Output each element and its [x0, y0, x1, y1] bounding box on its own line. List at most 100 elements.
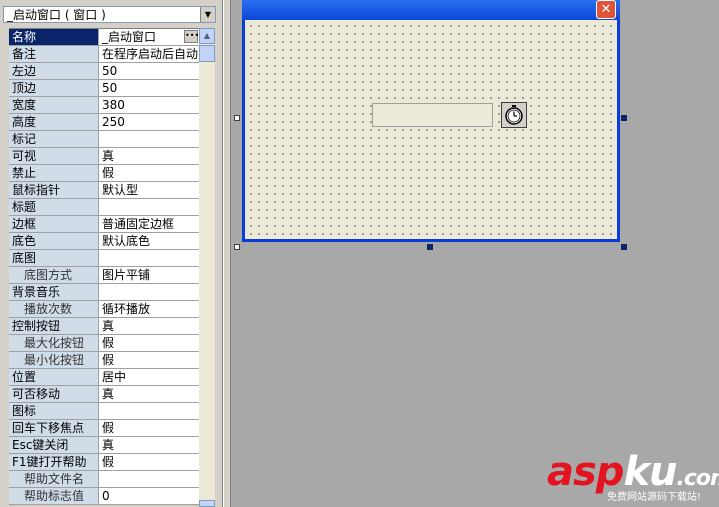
property-row[interactable]: 控制按钮真	[9, 318, 199, 335]
property-row[interactable]: F1键打开帮助假	[9, 454, 199, 471]
property-name: 禁止	[9, 165, 99, 181]
property-value[interactable]: 默认底色	[99, 233, 199, 249]
resize-handle-left[interactable]	[234, 115, 240, 121]
property-row[interactable]: 备注 在程序启动后自动	[9, 46, 199, 63]
chevron-down-icon[interactable]: ▼	[200, 7, 215, 22]
property-row[interactable]: 底图方式 图片平铺	[9, 267, 199, 284]
property-value[interactable]: 假	[99, 420, 199, 436]
close-icon[interactable]: ✕	[596, 0, 616, 19]
property-value-text: 居中	[102, 370, 127, 384]
property-name: F1键打开帮助	[9, 454, 99, 470]
property-row[interactable]: 最大化按钮假	[9, 335, 199, 352]
property-name: 回车下移焦点	[9, 420, 99, 436]
property-value[interactable]: 居中	[99, 369, 199, 385]
property-row[interactable]: 播放次数 循环播放	[9, 301, 199, 318]
property-row[interactable]: 位置 居中	[9, 369, 199, 386]
property-value[interactable]	[99, 284, 199, 300]
property-row[interactable]: 鼠标指针 默认型	[9, 182, 199, 199]
property-row[interactable]: 可否移动真	[9, 386, 199, 403]
property-value[interactable]: 在程序启动后自动	[99, 46, 199, 62]
property-value-text: 默认底色	[102, 234, 151, 248]
property-row[interactable]: 禁止假	[9, 165, 199, 182]
property-row[interactable]: 底图	[9, 250, 199, 267]
property-name: 播放次数	[9, 301, 99, 317]
property-row[interactable]: 图标	[9, 403, 199, 420]
property-name: 高度	[9, 114, 99, 130]
property-name: 图标	[9, 403, 99, 419]
property-name: 帮助文件名	[9, 471, 99, 487]
property-value[interactable]: 50	[99, 80, 199, 96]
property-row[interactable]: 回车下移焦点假	[9, 420, 199, 437]
property-value[interactable]: 假	[99, 352, 199, 368]
property-value[interactable]: 真	[99, 148, 199, 164]
property-value-text: 在程序启动后自动	[102, 47, 199, 61]
property-row[interactable]: 帮助文件名	[9, 471, 199, 488]
property-value-text: 真	[102, 387, 115, 401]
timer-control[interactable]	[501, 102, 527, 128]
form-client-area[interactable]	[245, 20, 617, 239]
property-value-text: 普通固定边框	[102, 217, 175, 231]
scroll-up-icon[interactable]: ▲	[199, 28, 215, 44]
property-value[interactable]: 真	[99, 386, 199, 402]
property-row[interactable]: 高度 250	[9, 114, 199, 131]
property-grid: 名称 _启动窗口 ••• 备注 在程序启动后自动 左边 50 顶边 50 宽度 380 高度 250 标记…	[9, 28, 199, 505]
scroll-thumb[interactable]	[199, 45, 215, 62]
property-value-text: 50	[102, 81, 118, 95]
site-watermark: aspku.com 免费网站源码下载站!	[547, 450, 719, 507]
property-row[interactable]: 最小化按钮假	[9, 352, 199, 369]
property-value[interactable]: 真	[99, 437, 199, 453]
property-row[interactable]: 标记	[9, 131, 199, 148]
property-row[interactable]: 宽度 380	[9, 97, 199, 114]
property-name: 顶边	[9, 80, 99, 96]
property-value[interactable]: 50	[99, 63, 199, 79]
property-value[interactable]: 250	[99, 114, 199, 130]
property-value[interactable]: 假	[99, 165, 199, 181]
property-name: 底色	[9, 233, 99, 249]
property-row[interactable]: 标题	[9, 199, 199, 216]
resize-handle-bottom[interactable]	[427, 244, 433, 250]
property-row[interactable]: 左边 50	[9, 63, 199, 80]
resize-handle-right[interactable]	[621, 115, 627, 121]
property-value[interactable]: 380	[99, 97, 199, 113]
property-row[interactable]: 名称 _启动窗口 •••	[9, 29, 199, 46]
property-row[interactable]: 顶边 50	[9, 80, 199, 97]
property-value[interactable]	[99, 131, 199, 147]
property-name: 底图	[9, 250, 99, 266]
property-row[interactable]: Esc键关闭真	[9, 437, 199, 454]
property-value[interactable]: 0	[99, 488, 199, 504]
property-value[interactable]	[99, 250, 199, 266]
property-value-text: 380	[102, 98, 125, 112]
property-name: 标记	[9, 131, 99, 147]
property-row[interactable]: 帮助标志值 0	[9, 488, 199, 505]
property-value[interactable]: 默认型	[99, 182, 199, 198]
property-row[interactable]: 可视真	[9, 148, 199, 165]
resize-handle-bottom-right[interactable]	[621, 244, 627, 250]
property-value[interactable]: 循环播放	[99, 301, 199, 317]
property-value[interactable]: 普通固定边框	[99, 216, 199, 232]
ellipsis-button[interactable]: •••	[184, 30, 199, 43]
property-value[interactable]	[99, 471, 199, 487]
property-row[interactable]: 背景音乐	[9, 284, 199, 301]
property-scrollbar[interactable]: ▲	[199, 28, 215, 507]
property-value[interactable]: 假	[99, 335, 199, 351]
form-window[interactable]: ✕	[242, 0, 620, 242]
property-value[interactable]: 假	[99, 454, 199, 470]
object-selector-value: _启动窗口 ( 窗口 )	[7, 8, 106, 22]
property-value[interactable]: 真	[99, 318, 199, 334]
property-value[interactable]: 图片平铺	[99, 267, 199, 283]
property-value[interactable]	[99, 403, 199, 419]
property-name: 底图方式	[9, 267, 99, 283]
property-value[interactable]: _启动窗口 •••	[99, 29, 199, 45]
property-value[interactable]	[99, 199, 199, 215]
property-row[interactable]: 底色 默认底色	[9, 233, 199, 250]
property-value-text: _启动窗口	[102, 30, 157, 44]
panel-splitter[interactable]	[223, 0, 231, 507]
scroll-down-icon[interactable]	[199, 500, 215, 507]
resize-handle-bottom-left[interactable]	[234, 244, 240, 250]
property-value-text: 图片平铺	[102, 268, 151, 282]
property-row[interactable]: 边框 普通固定边框	[9, 216, 199, 233]
object-selector[interactable]: _启动窗口 ( 窗口 ) ▼	[3, 6, 216, 23]
form-titlebar[interactable]: ✕	[242, 0, 620, 20]
textbox-control[interactable]	[372, 103, 493, 127]
property-value-text: 真	[102, 438, 115, 452]
